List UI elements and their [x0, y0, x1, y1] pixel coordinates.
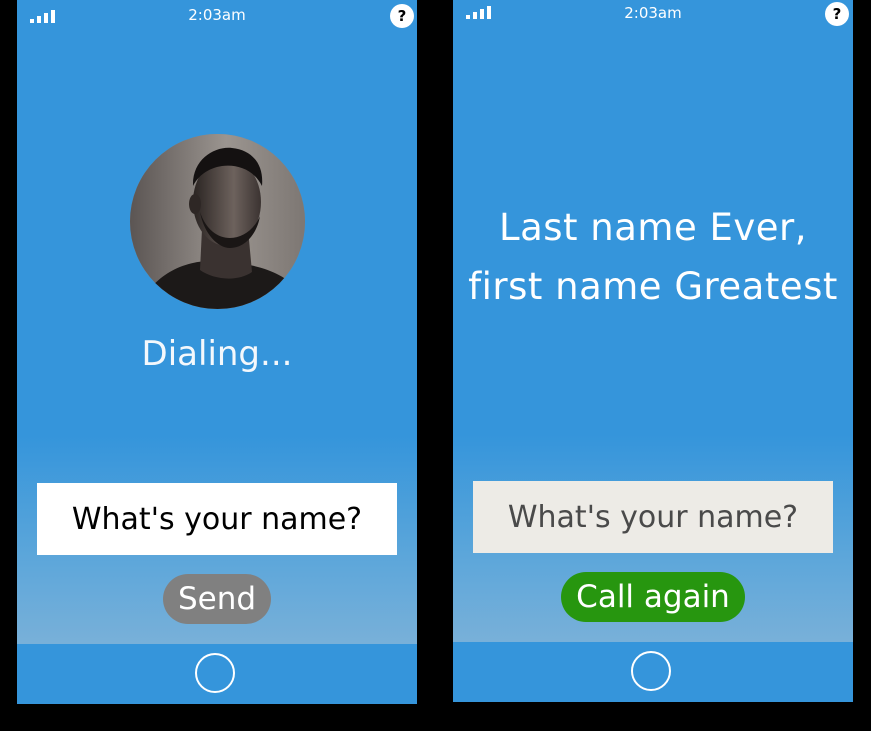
status-time: 2:03am — [624, 4, 682, 22]
dialing-status-text: Dialing... — [141, 334, 293, 374]
call-again-button[interactable]: Call again — [561, 572, 745, 622]
send-button[interactable]: Send — [163, 574, 271, 624]
status-bar: 2:03am ? — [453, 0, 853, 30]
status-time: 2:03am — [188, 6, 246, 24]
home-button[interactable] — [631, 651, 671, 691]
name-result-text: Last name Ever, first name Greatest — [453, 198, 853, 316]
name-result-line: Last name Ever, — [498, 206, 808, 249]
help-button[interactable]: ? — [390, 4, 414, 28]
help-button[interactable]: ? — [825, 2, 849, 26]
phone-screen-dialing: 2:03am ? Dialing... What's your name? Se… — [17, 0, 417, 704]
person-portrait-icon — [130, 134, 305, 309]
name-input[interactable] — [37, 483, 397, 555]
home-bar — [17, 644, 417, 704]
phone-screen-result: 2:03am ? Last name Ever, first name Grea… — [453, 0, 853, 702]
home-bar — [453, 642, 853, 702]
avatar — [130, 134, 305, 309]
name-input[interactable] — [473, 481, 833, 553]
status-bar: 2:03am ? — [17, 0, 417, 30]
name-result-line: first name Greatest — [468, 265, 838, 308]
home-button[interactable] — [195, 653, 235, 693]
